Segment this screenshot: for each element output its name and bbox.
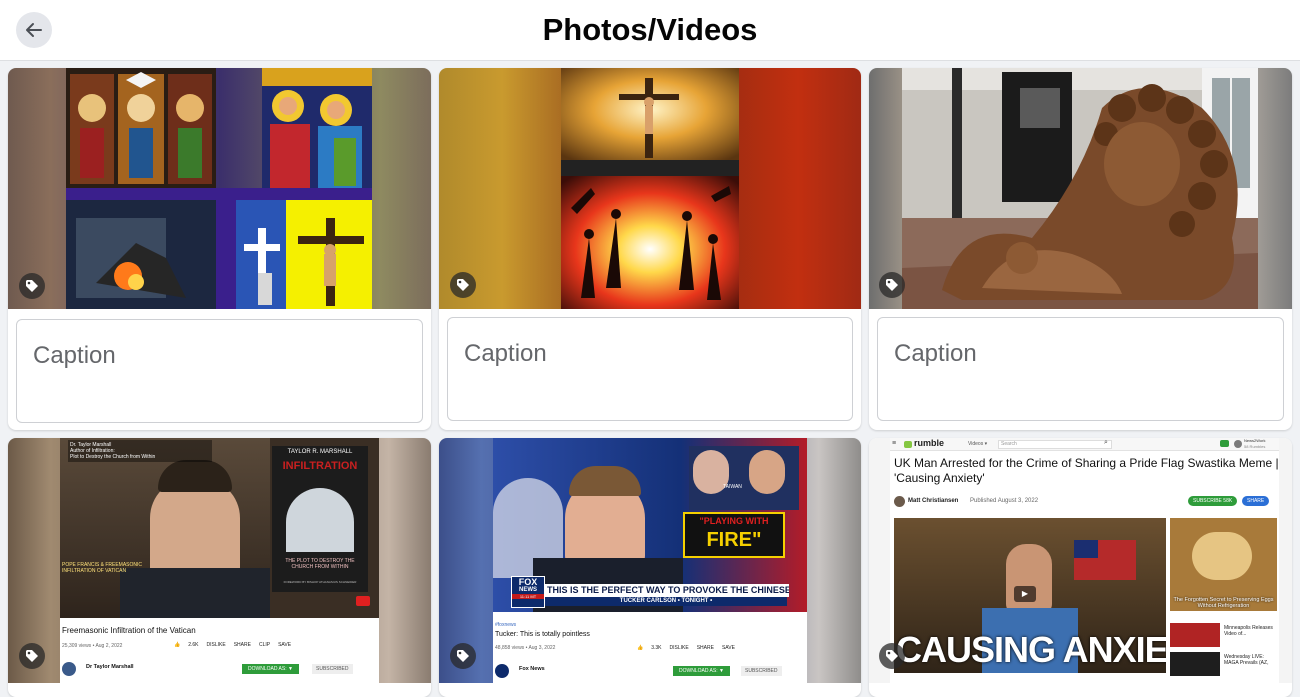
channel-avatar: [495, 664, 509, 678]
media-grid: Caption Caption Caption Dr. Taylor Marsh…: [0, 60, 1300, 697]
menu-icon: ≡: [892, 440, 897, 447]
channel-avatar: [62, 662, 76, 676]
photo-preview[interactable]: [869, 68, 1292, 309]
header: Photos/Videos: [0, 0, 1300, 61]
tag-icon: [26, 650, 38, 662]
youtube-subscribe-icon: [356, 596, 370, 606]
collage-image: [66, 68, 372, 309]
caption-placeholder: Caption: [894, 340, 977, 367]
sidebar-video-3[interactable]: Wednesday LIVE: MAGA Prevails (AZ,: [1170, 652, 1277, 676]
video-screenshot: Dr. Taylor Marshall Author of Infiltrati…: [60, 438, 379, 683]
tag-icon: [457, 279, 469, 291]
video-info-bar: #foxnews Tucker: This is totally pointle…: [493, 612, 807, 683]
rumble-navbar: ≡ rumble Videos ▾ Search ⌕ News2Work 58 …: [890, 438, 1279, 451]
photo-preview[interactable]: TAIWAN "PLAYING WITH FIRE" FOX NEWS 11:1…: [439, 438, 861, 683]
video-info-bar: Freemasonic Infiltration of the Vatican …: [60, 618, 379, 683]
video-thumbnail: ▶ CAUSING ANXIETY: [894, 518, 1166, 673]
video-screenshot: TAIWAN "PLAYING WITH FIRE" FOX NEWS 11:1…: [493, 438, 807, 683]
record-icon: [1220, 440, 1229, 447]
tag-icon: [26, 280, 38, 292]
video-actions: 👍 2.6K DISLIKE SHARE CLIP SAVE: [174, 642, 292, 648]
like-icon: 👍: [174, 642, 181, 648]
photo-preview[interactable]: [439, 68, 861, 309]
rumble-logo-icon: [904, 441, 912, 448]
sidebar-video-1[interactable]: The Forgotten Secret to Preserving Eggs …: [1170, 518, 1277, 611]
media-card: Caption: [439, 68, 861, 430]
caption-field[interactable]: Caption: [877, 317, 1284, 421]
tag-button[interactable]: [19, 273, 45, 299]
media-card: ≡ rumble Videos ▾ Search ⌕ News2Work 58 …: [869, 438, 1292, 697]
media-card: Caption: [8, 68, 431, 430]
book-cover: TAYLOR R. MARSHALL INFILTRATION THE PLOT…: [272, 446, 368, 592]
tag-button[interactable]: [879, 272, 905, 298]
search-icon: ⌕: [1104, 439, 1108, 446]
like-icon: 👍: [637, 645, 644, 651]
crucifixion-image: [561, 68, 739, 309]
tag-icon: [886, 650, 898, 662]
tag-icon: [457, 650, 469, 662]
tag-button[interactable]: [19, 643, 45, 669]
caption-placeholder: Caption: [33, 342, 116, 369]
media-card: Caption: [869, 68, 1292, 430]
tag-button[interactable]: [450, 272, 476, 298]
user-avatar: [1234, 440, 1242, 448]
tag-icon: [886, 279, 898, 291]
web-screenshot: ≡ rumble Videos ▾ Search ⌕ News2Work 58 …: [890, 438, 1279, 683]
page-title: Photos/Videos: [542, 12, 758, 47]
promo-box: "PLAYING WITH FIRE": [683, 512, 785, 558]
photo-preview[interactable]: [8, 68, 431, 309]
tag-button[interactable]: [450, 643, 476, 669]
fox-news-logo: FOX NEWS 11:11 MT: [511, 576, 545, 608]
video-overlay-text: Dr. Taylor Marshall Author of Infiltrati…: [68, 440, 212, 462]
caption-placeholder: Caption: [464, 340, 547, 367]
play-button[interactable]: ▶: [1014, 586, 1036, 602]
sidebar-video-2[interactable]: Minneapolis Releases Video of...: [1170, 623, 1277, 647]
caption-field[interactable]: Caption: [16, 319, 423, 423]
video-actions: 👍 3.3K DISLIKE SHARE SAVE: [637, 645, 735, 651]
photo-preview[interactable]: Dr. Taylor Marshall Author of Infiltrati…: [8, 438, 431, 683]
media-card: TAIWAN "PLAYING WITH FIRE" FOX NEWS 11:1…: [439, 438, 861, 697]
media-card: Dr. Taylor Marshall Author of Infiltrati…: [8, 438, 431, 697]
author-avatar: [894, 496, 905, 507]
caption-field[interactable]: Caption: [447, 317, 853, 421]
photo-preview[interactable]: ≡ rumble Videos ▾ Search ⌕ News2Work 58 …: [869, 438, 1292, 683]
lion-statue-image: [902, 68, 1258, 309]
tag-button[interactable]: [879, 643, 905, 669]
